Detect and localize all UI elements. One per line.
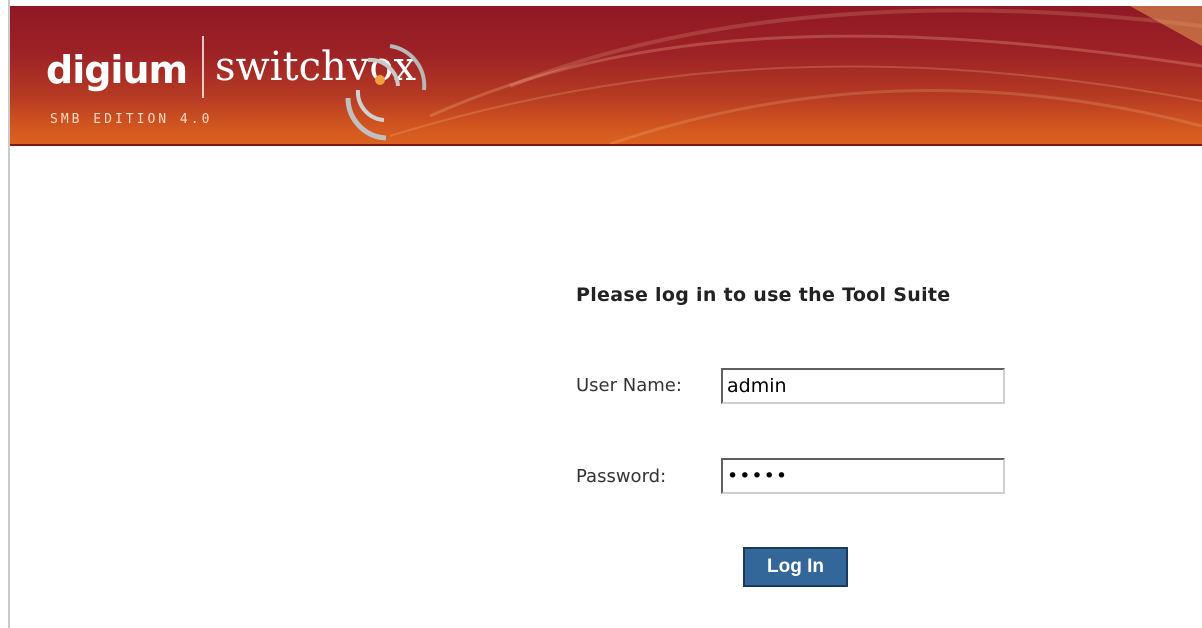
login-heading: Please log in to use the Tool Suite	[576, 284, 951, 306]
digium-logo: digium	[46, 48, 188, 92]
login-button[interactable]: Log In	[743, 547, 848, 587]
header-banner: digium switchvox SMB EDITION 4.0	[10, 6, 1202, 146]
password-field[interactable]	[721, 458, 1005, 494]
logo-divider	[202, 36, 204, 98]
password-label: Password:	[576, 466, 667, 487]
edition-label: SMB EDITION 4.0	[50, 112, 213, 127]
username-field[interactable]	[721, 368, 1005, 404]
signal-waves-icon	[345, 44, 427, 141]
page-left-border	[0, 0, 10, 628]
username-label: User Name:	[576, 375, 682, 396]
